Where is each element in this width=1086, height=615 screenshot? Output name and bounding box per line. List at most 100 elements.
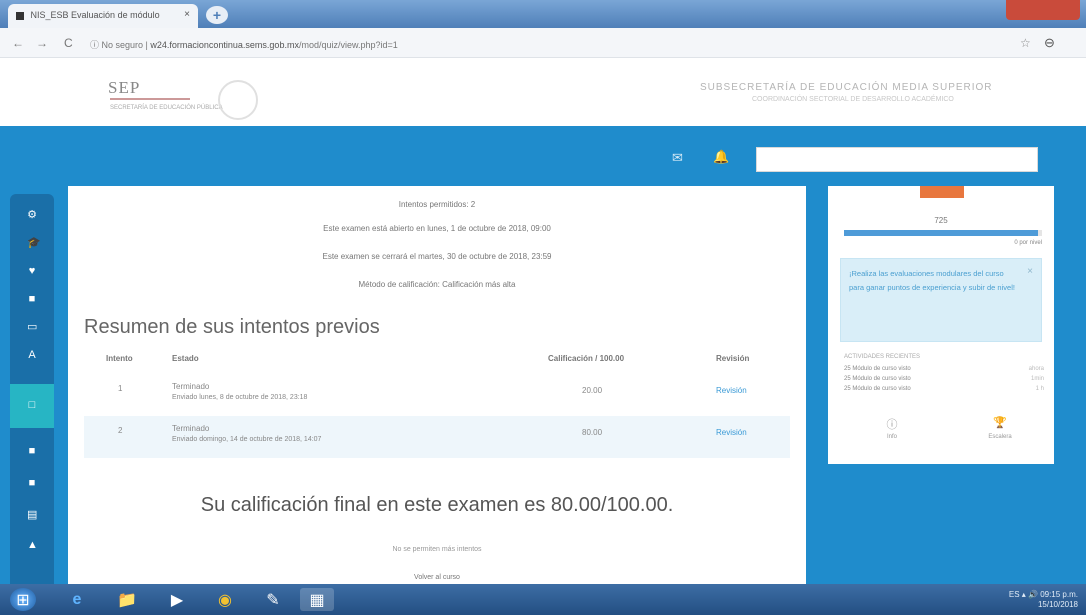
- clock-time[interactable]: 09:15 p.m.: [1040, 590, 1078, 599]
- attempt-submitted: Enviado lunes, 8 de octubre de 2018, 23:…: [172, 394, 308, 401]
- table-row: 2 Terminado Enviado domingo, 14 de octub…: [84, 416, 790, 458]
- windows-taskbar: ⊞ e 📁 ▶ ◉ ✎ ▦ ES ▴ 🔊 09:15 p.m. 15/10/20…: [0, 584, 1086, 615]
- quiz-close-date: Este examen se cerrará el martes, 30 de …: [322, 252, 552, 261]
- attempt-grade: 80.00: [582, 428, 603, 437]
- no-more-attempts: No se permiten más intentos: [392, 546, 482, 553]
- sidebar-block2-icon[interactable]: ■: [27, 478, 37, 489]
- paint-icon[interactable]: ✎: [258, 588, 288, 611]
- attempt-submitted: Enviado domingo, 14 de octubre de 2018, …: [172, 436, 322, 443]
- activity-text: 25 Módulo de curso visto: [844, 386, 911, 392]
- sidebar-font-icon[interactable]: A: [27, 350, 37, 361]
- internet-explorer-icon[interactable]: e: [62, 588, 92, 611]
- ladder-icon[interactable]: 🏆: [980, 416, 1020, 429]
- attempt-number: 1: [118, 384, 123, 393]
- back-to-course-button[interactable]: Volver al curso: [68, 574, 806, 581]
- grading-method: Método de calificación: Calificación más…: [358, 280, 516, 289]
- level-ribbon: [920, 186, 964, 198]
- sidebar-triangle-icon[interactable]: ▲: [27, 540, 38, 551]
- sidebar-grad-cap-icon[interactable]: 🎓: [27, 238, 41, 249]
- calculator-icon[interactable]: ▦: [300, 588, 334, 611]
- activity-text: 25 Módulo de curso visto: [844, 376, 911, 382]
- forward-icon[interactable]: →: [36, 36, 48, 50]
- ladder-label[interactable]: Escalera: [980, 434, 1020, 440]
- top-navbar: ✉ 🔔: [0, 126, 1086, 186]
- attempts-allowed: Intentos permitidos: 2: [398, 200, 476, 209]
- header-status: Estado: [172, 354, 199, 363]
- main-content: Intentos permitidos: 2 Este examen está …: [68, 186, 806, 584]
- level-progress-fill: [844, 230, 1039, 236]
- site-header: SEP SECRETARÍA DE EDUCACIÓN PÚBLICA SUBS…: [0, 58, 1086, 126]
- activity-time: 1 h: [1035, 386, 1044, 392]
- chrome-icon[interactable]: ◉: [208, 588, 242, 611]
- header-grade: Calificación / 100.00: [548, 354, 625, 363]
- sidebar-heart-icon[interactable]: ♥: [27, 266, 37, 277]
- activity-time: ahora: [1028, 366, 1044, 372]
- activity-text: 25 Módulo de curso visto: [844, 366, 911, 372]
- attempt-grade: 20.00: [582, 386, 603, 395]
- level-up-panel: 725 0 por nivel ¡Realiza las evaluacione…: [828, 186, 1054, 464]
- summary-title: Resumen de sus intentos previos: [84, 316, 380, 338]
- sidebar-list-icon[interactable]: ▤: [27, 510, 37, 521]
- tray-icons[interactable]: ES ▴ 🔊: [1009, 590, 1038, 599]
- address-bar: ← → C ⓘ No seguro | w24.formacioncontinu…: [0, 28, 1086, 58]
- activity-item: 25 Módulo de curso visto 1 h: [844, 386, 1044, 392]
- attempt-number: 2: [118, 426, 123, 435]
- favicon-icon: [16, 11, 24, 20]
- review-link[interactable]: Revisión: [716, 386, 747, 395]
- header-review: Revisión: [716, 354, 750, 363]
- activity-item: 25 Módulo de curso visto 1min: [844, 376, 1044, 382]
- tab-title: NIS_ESB Evaluación de módulo: [30, 10, 160, 20]
- account-icon[interactable]: ⊖: [1044, 35, 1055, 51]
- info-label[interactable]: Info: [872, 434, 912, 440]
- back-icon[interactable]: ←: [12, 36, 24, 50]
- alert-text: ¡Realiza las evaluaciones modulares del …: [849, 269, 1015, 292]
- new-tab-button[interactable]: +: [206, 6, 228, 24]
- activity-time: 1min: [1030, 376, 1044, 382]
- review-link[interactable]: Revisión: [716, 428, 747, 437]
- close-tab-icon[interactable]: ×: [184, 9, 190, 20]
- file-explorer-icon[interactable]: 📁: [112, 588, 142, 611]
- sidebar-window-icon[interactable]: ▭: [27, 322, 37, 333]
- quiz-open-date: Este examen está abierto en lunes, 1 de …: [323, 224, 551, 233]
- table-row: 1 Terminado Enviado lunes, 8 de octubre …: [84, 374, 790, 416]
- left-sidebar: ⚙ 🎓 ♥ ■ ▭ A □ ■ ■ ▤ ▲: [10, 194, 54, 584]
- header-attempt: Intento: [106, 354, 133, 363]
- logo-underline: [110, 98, 190, 100]
- sidebar-square-icon[interactable]: ■: [27, 294, 37, 305]
- security-indicator[interactable]: ⓘ No seguro: [90, 40, 143, 50]
- search-input[interactable]: [756, 147, 1038, 172]
- browser-tab[interactable]: NIS_ESB Evaluación de módulo ×: [8, 4, 198, 28]
- seal-icon: [218, 80, 258, 120]
- activity-item: 25 Módulo de curso visto ahora: [844, 366, 1044, 372]
- media-player-icon[interactable]: ▶: [162, 588, 192, 611]
- sidebar-settings-icon[interactable]: ⚙: [27, 210, 37, 221]
- messages-icon[interactable]: ✉: [672, 150, 683, 166]
- url-path: /mod/quiz/view.php?id=1: [298, 40, 398, 50]
- browser-tabbar: NIS_ESB Evaluación de módulo × +: [0, 0, 1086, 28]
- xp-remaining: 0 por nivel: [1014, 240, 1042, 246]
- system-tray: ES ▴ 🔊 09:15 p.m. 15/10/2018: [1009, 590, 1078, 610]
- reload-icon[interactable]: C: [64, 36, 73, 50]
- attempt-status: Terminado: [172, 382, 210, 391]
- clock-date[interactable]: 15/10/2018: [1038, 600, 1078, 609]
- url-field[interactable]: ⓘ No seguro | w24.formacioncontinua.sems…: [90, 34, 990, 52]
- level-points: 725: [934, 216, 948, 225]
- info-icon[interactable]: ⓘ: [872, 416, 912, 432]
- start-button[interactable]: ⊞: [10, 588, 36, 611]
- header-subtitle: COORDINACIÓN SECTORIAL DE DESARROLLO ACA…: [752, 96, 954, 103]
- notifications-icon[interactable]: 🔔: [713, 149, 729, 165]
- header-title: SUBSECRETARÍA DE EDUCACIÓN MEDIA SUPERIO…: [700, 82, 993, 93]
- url-host: w24.formacioncontinua.sems.gob.mx: [150, 40, 299, 50]
- sep-logo[interactable]: SEP: [108, 78, 140, 98]
- sidebar-block-icon[interactable]: ■: [27, 446, 37, 457]
- level-progress-bar: [844, 230, 1042, 236]
- level-alert: ¡Realiza las evaluaciones modulares del …: [840, 258, 1042, 342]
- logo-subtitle: SECRETARÍA DE EDUCACIÓN PÚBLICA: [110, 105, 223, 111]
- final-grade: Su calificación final en este examen es …: [200, 494, 674, 516]
- recent-activity-title: ACTIVIDADES RECIENTES: [844, 354, 921, 360]
- bookmark-star-icon[interactable]: ☆: [1020, 36, 1031, 50]
- window-close-button[interactable]: [1006, 0, 1080, 20]
- attempt-status: Terminado: [172, 424, 210, 433]
- sidebar-box-icon[interactable]: □: [27, 400, 37, 411]
- close-icon[interactable]: ×: [1027, 265, 1033, 279]
